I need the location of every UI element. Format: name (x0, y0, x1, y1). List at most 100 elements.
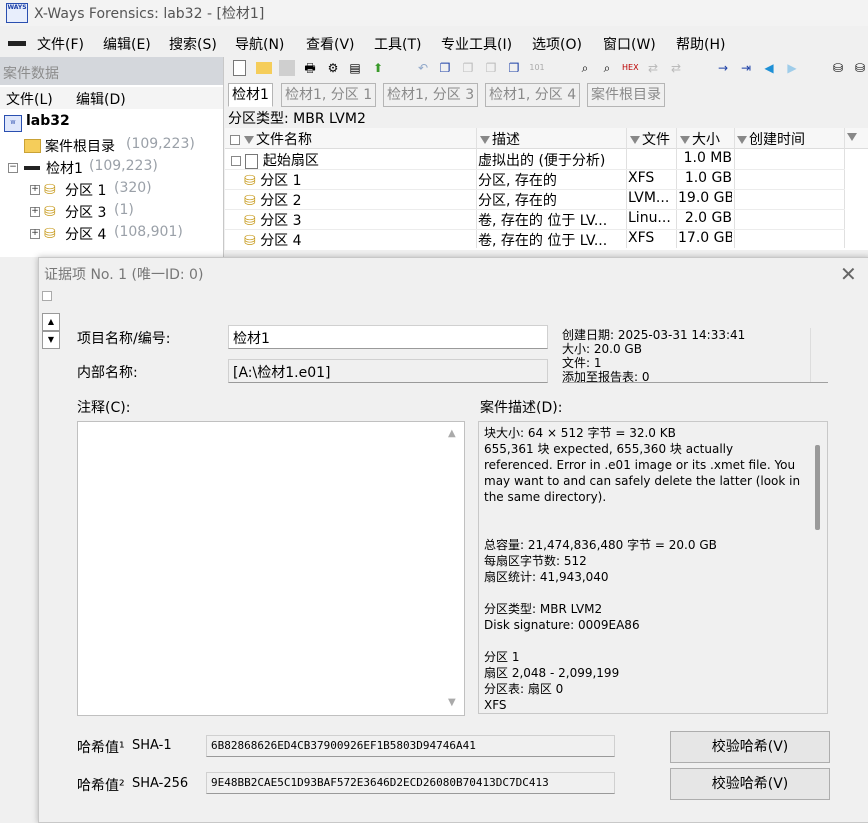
table-row[interactable]: ⛁ 分区 1 (244, 170, 472, 190)
tab-partition-1[interactable]: 检材1, 分区 1 (281, 83, 377, 107)
column-divider (676, 128, 677, 248)
hash2-value[interactable]: 9E48BB2CAE5C1D93BAF572E3646D2ECD26080B70… (206, 772, 615, 794)
scrollbar-thumb[interactable] (815, 445, 820, 530)
scroll-up-icon[interactable]: ▲ (448, 428, 456, 439)
paste-icon[interactable]: ❐ (483, 60, 499, 76)
table-row[interactable]: ⛁ 分区 4 (244, 230, 472, 250)
notes-textarea[interactable] (77, 421, 465, 716)
case-desc-text: 块大小: 64 × 512 字节 = 32.0 KB 655,361 块 exp… (484, 426, 801, 712)
print-icon[interactable]: 🖶 (302, 60, 318, 76)
case-data-title: 案件数据 (3, 66, 59, 82)
select-all-checkbox[interactable] (230, 135, 240, 145)
menu-options[interactable]: 选项(O) (532, 34, 582, 54)
menu-search[interactable]: 搜索(S) (169, 34, 217, 54)
copy-icon[interactable]: ❐ (437, 60, 453, 76)
col-created[interactable]: 创建时间 (737, 129, 805, 149)
column-divider (844, 128, 845, 248)
menu-edit[interactable]: 编辑(E) (103, 34, 151, 54)
replace-hex-icon[interactable]: ⇄ (668, 60, 684, 76)
filter-icon[interactable] (630, 136, 640, 144)
case-menu-file[interactable]: 文件(L) (6, 89, 53, 109)
partition-count: (108,901) (114, 224, 183, 240)
goto-offset-icon[interactable]: → (715, 60, 731, 76)
internal-name-field[interactable]: [A:\检材1.e01] (228, 359, 548, 383)
verify-hash1-button[interactable]: 校验哈希(V) (670, 731, 830, 763)
filter-icon[interactable] (480, 136, 490, 144)
menu-view[interactable]: 查看(V) (306, 34, 355, 54)
expand-icon[interactable]: + (30, 229, 40, 239)
find-icon[interactable]: ⌕ (577, 60, 593, 76)
properties-icon[interactable]: ⚙ (325, 60, 341, 76)
root-dir-label: 案件根目录 (45, 139, 115, 155)
clone-icon[interactable]: ❐ (506, 60, 522, 76)
menu-navigate[interactable]: 导航(N) (235, 34, 284, 54)
file-icon (245, 153, 259, 169)
expand-icon[interactable]: + (30, 185, 40, 195)
save-icon[interactable] (279, 60, 295, 76)
table-row[interactable]: ⛁ 分区 3 (244, 210, 472, 230)
scroll-down-icon[interactable]: ▼ (448, 697, 456, 708)
col-size[interactable]: 大小 (680, 129, 720, 149)
filter-icon[interactable] (847, 133, 857, 141)
replace-icon[interactable]: ⇄ (645, 60, 661, 76)
open-folder-icon[interactable] (256, 62, 272, 74)
partition-icon: ⛁ (244, 193, 256, 209)
filter-icon[interactable] (680, 136, 690, 144)
table-row[interactable]: 起始扇区 (231, 150, 471, 170)
col-type[interactable]: 文件 (630, 129, 670, 149)
verify-hash2-button[interactable]: 校验哈希(V) (670, 768, 830, 800)
col-name[interactable]: 文件名称 (230, 129, 312, 149)
item-name-field[interactable]: 检材1 (228, 325, 548, 349)
dialog-title: 证据项 No. 1 (唯一ID: 0) (44, 267, 204, 283)
row-checkbox[interactable] (231, 156, 241, 166)
case-menu-edit[interactable]: 编辑(D) (76, 89, 126, 109)
menu-help[interactable]: 帮助(H) (676, 34, 725, 54)
tab-case-root[interactable]: 案件根目录 (587, 83, 665, 107)
menu-bar: 文件(F) 编辑(E) 搜索(S) 导航(N) 查看(V) 工具(T) 专业工具… (0, 30, 868, 56)
new-icon[interactable] (233, 60, 246, 76)
partition-icon: ⛁ (44, 182, 56, 198)
upload-icon[interactable]: ⬆ (370, 60, 386, 76)
close-icon[interactable]: ✕ (840, 262, 857, 286)
table-header: 文件名称 描述 文件 大小 创建时间 (225, 128, 868, 149)
forward-icon[interactable]: ▶ (784, 60, 800, 76)
cut-icon[interactable]: ❐ (460, 60, 476, 76)
export-icon[interactable]: ▤ (347, 60, 363, 76)
scroll-up-icon[interactable]: ▲ (42, 313, 60, 331)
col-description[interactable]: 描述 (480, 129, 520, 149)
menu-pro-tools[interactable]: 专业工具(I) (441, 34, 512, 54)
back-icon[interactable]: ◀ (761, 60, 777, 76)
cell-type: XFS (628, 170, 655, 186)
partition-label: 分区 4 (65, 227, 107, 243)
disk-tools-icon[interactable]: ⛁ (830, 60, 846, 76)
find-hex-icon[interactable]: HEX (622, 60, 639, 76)
scroll-down-icon[interactable]: ▼ (42, 331, 60, 349)
hash1-value[interactable]: 6B82868626ED4CB37900926EF1B5803D94746A41 (206, 735, 615, 757)
col-more[interactable] (847, 129, 859, 145)
cell-size: 17.0 GB (678, 230, 732, 246)
collapse-icon[interactable]: − (8, 163, 18, 173)
undo-icon[interactable]: ↶ (415, 60, 431, 76)
info-line-report: 添加至报告表: 0 (562, 370, 650, 382)
menu-tools[interactable]: 工具(T) (374, 34, 421, 54)
tab-partition-4[interactable]: 检材1, 分区 4 (485, 83, 581, 107)
dialog-checkbox[interactable] (42, 291, 52, 301)
find-text-icon[interactable]: ⌕ (599, 60, 615, 76)
goto-sector-icon[interactable]: ⇥ (738, 60, 754, 76)
column-divider (734, 128, 735, 248)
table-row[interactable]: ⛁ 分区 2 (244, 190, 472, 210)
menu-window[interactable]: 窗口(W) (603, 34, 656, 54)
partition-label: 分区 1 (65, 183, 107, 199)
filter-icon[interactable] (737, 136, 747, 144)
disk-open-icon[interactable]: ⛁ (852, 60, 868, 76)
tab-evidence[interactable]: 检材1 (228, 83, 273, 107)
menu-file[interactable]: 文件(F) (37, 34, 84, 54)
tab-partition-3[interactable]: 检材1, 分区 3 (383, 83, 479, 107)
filter-icon[interactable] (244, 136, 254, 144)
system-menu-icon[interactable] (8, 41, 26, 46)
expand-icon[interactable]: + (30, 207, 40, 217)
cell-desc: 分区, 存在的 (478, 173, 557, 189)
disk-icon (24, 166, 40, 170)
binary-icon[interactable]: 101 (529, 60, 545, 76)
case-desc-box[interactable]: 块大小: 64 × 512 字节 = 32.0 KB 655,361 块 exp… (478, 421, 828, 714)
